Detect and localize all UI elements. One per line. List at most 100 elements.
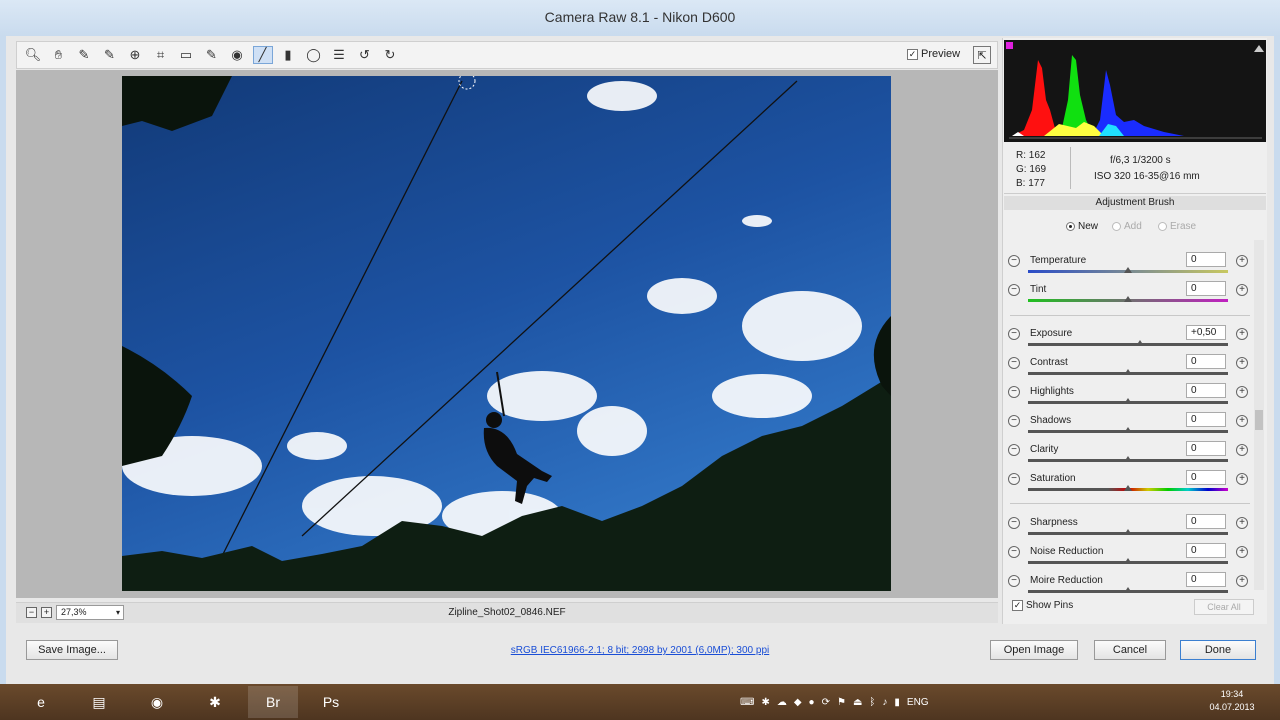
slider-thumb[interactable] bbox=[1124, 558, 1132, 564]
photo-preview[interactable] bbox=[122, 76, 891, 591]
workflow-options-link[interactable]: sRGB IEC61966-2.1; 8 bit; 2998 by 2001 (… bbox=[0, 645, 1280, 656]
ie-icon[interactable]: e bbox=[16, 686, 66, 718]
decrease-icon[interactable]: − bbox=[1008, 386, 1020, 398]
hand-icon[interactable]: ✋︎ bbox=[49, 46, 69, 64]
slider-exposure[interactable]: − Exposure +0,50 + bbox=[1008, 325, 1248, 353]
red-eye-icon[interactable]: ◉ bbox=[227, 46, 247, 64]
adjustment-brush-icon[interactable]: ╱ bbox=[252, 46, 273, 64]
increase-icon[interactable]: + bbox=[1236, 328, 1248, 340]
decrease-icon[interactable]: − bbox=[1008, 444, 1020, 456]
decrease-icon[interactable]: − bbox=[1008, 357, 1020, 369]
rotate-right-icon[interactable]: ↻ bbox=[380, 46, 400, 64]
photoshop-icon[interactable]: Ps bbox=[306, 686, 356, 718]
slider-tint[interactable]: − Tint 0 + bbox=[1008, 281, 1248, 309]
radial-filter-icon[interactable]: ◯ bbox=[304, 46, 324, 64]
language-indicator[interactable]: ENG bbox=[907, 697, 929, 708]
sync-icon[interactable]: ⟳ bbox=[822, 697, 830, 708]
slider-value-field[interactable]: 0 bbox=[1186, 572, 1226, 587]
fullscreen-icon[interactable]: ⇱ bbox=[973, 46, 991, 64]
slider-moire-reduction[interactable]: − Moire Reduction 0 + bbox=[1008, 572, 1248, 600]
increase-icon[interactable]: + bbox=[1236, 255, 1248, 267]
preview-checkbox[interactable]: ✓ bbox=[907, 48, 918, 60]
slider-value-field[interactable]: 0 bbox=[1186, 412, 1226, 427]
explorer-icon[interactable]: ▤ bbox=[74, 686, 124, 718]
scroll-thumb[interactable] bbox=[1255, 410, 1263, 430]
slider-saturation[interactable]: − Saturation 0 + bbox=[1008, 470, 1248, 498]
slider-value-field[interactable]: 0 bbox=[1186, 470, 1226, 485]
decrease-icon[interactable]: − bbox=[1008, 415, 1020, 427]
slider-value-field[interactable]: 0 bbox=[1186, 514, 1226, 529]
bridge-icon[interactable]: Br bbox=[248, 686, 298, 718]
slider-track[interactable] bbox=[1028, 343, 1228, 346]
power-icon[interactable]: ▮ bbox=[894, 697, 900, 708]
rotate-left-icon[interactable]: ↺ bbox=[355, 46, 375, 64]
mode-add-radio[interactable]: Add bbox=[1112, 221, 1142, 232]
increase-icon[interactable]: + bbox=[1236, 575, 1248, 587]
chrome-icon[interactable]: ◉ bbox=[132, 686, 182, 718]
decrease-icon[interactable]: − bbox=[1008, 546, 1020, 558]
slider-thumb[interactable] bbox=[1124, 529, 1132, 535]
increase-icon[interactable]: + bbox=[1236, 444, 1248, 456]
slider-temperature[interactable]: − Temperature 0 + bbox=[1008, 252, 1248, 280]
decrease-icon[interactable]: − bbox=[1008, 328, 1020, 340]
zoom-icon[interactable]: 🔍︎ bbox=[23, 46, 43, 64]
increase-icon[interactable]: + bbox=[1236, 357, 1248, 369]
network-icon[interactable]: ✱ bbox=[761, 697, 769, 708]
mode-new-radio[interactable]: New bbox=[1066, 221, 1098, 232]
preferences-icon[interactable]: ☰ bbox=[329, 46, 349, 64]
white-balance-icon[interactable]: ✎ bbox=[74, 46, 94, 64]
slider-value-field[interactable]: +0,50 bbox=[1186, 325, 1226, 340]
decrease-icon[interactable]: − bbox=[1008, 575, 1020, 587]
done-button[interactable]: Done bbox=[1180, 640, 1256, 660]
slider-noise-reduction[interactable]: − Noise Reduction 0 + bbox=[1008, 543, 1248, 571]
decrease-icon[interactable]: − bbox=[1008, 517, 1020, 529]
slider-value-field[interactable]: 0 bbox=[1186, 252, 1226, 267]
cancel-button[interactable]: Cancel bbox=[1094, 640, 1166, 660]
increase-icon[interactable]: + bbox=[1236, 386, 1248, 398]
slider-sharpness[interactable]: − Sharpness 0 + bbox=[1008, 514, 1248, 542]
slider-value-field[interactable]: 0 bbox=[1186, 354, 1226, 369]
crop-icon[interactable]: ⌗ bbox=[151, 46, 171, 64]
slider-thumb[interactable] bbox=[1124, 267, 1132, 273]
mode-erase-radio[interactable]: Erase bbox=[1158, 221, 1196, 232]
panel-scrollbar[interactable] bbox=[1254, 240, 1264, 590]
slider-thumb[interactable] bbox=[1136, 340, 1144, 346]
slider-value-field[interactable]: 0 bbox=[1186, 441, 1226, 456]
slider-thumb[interactable] bbox=[1124, 587, 1132, 593]
straighten-icon[interactable]: ▭ bbox=[176, 46, 196, 64]
decrease-icon[interactable]: − bbox=[1008, 473, 1020, 485]
radio-off[interactable] bbox=[1112, 222, 1121, 231]
radio-on[interactable] bbox=[1066, 222, 1075, 231]
slider-thumb[interactable] bbox=[1124, 296, 1132, 302]
usb-icon[interactable]: ⏏ bbox=[853, 697, 862, 708]
shield-icon[interactable]: ◆ bbox=[794, 697, 802, 708]
clock[interactable]: 19:34 04.07.2013 bbox=[1192, 688, 1272, 714]
radio-off[interactable] bbox=[1158, 222, 1167, 231]
spot-removal-icon[interactable]: ✎ bbox=[202, 46, 222, 64]
slider-thumb[interactable] bbox=[1124, 456, 1132, 462]
decrease-icon[interactable]: − bbox=[1008, 284, 1020, 296]
bluetooth-icon[interactable]: ᛒ bbox=[869, 697, 875, 708]
slider-thumb[interactable] bbox=[1124, 398, 1132, 404]
slider-shadows[interactable]: − Shadows 0 + bbox=[1008, 412, 1248, 440]
slider-thumb[interactable] bbox=[1124, 427, 1132, 433]
increase-icon[interactable]: + bbox=[1236, 546, 1248, 558]
increase-icon[interactable]: + bbox=[1236, 415, 1248, 427]
cloud-icon[interactable]: ☁ bbox=[777, 697, 787, 708]
slider-contrast[interactable]: − Contrast 0 + bbox=[1008, 354, 1248, 382]
graduated-filter-icon[interactable]: ▮ bbox=[278, 46, 298, 64]
slider-value-field[interactable]: 0 bbox=[1186, 383, 1226, 398]
preview-toggle[interactable]: ✓ Preview bbox=[907, 48, 960, 60]
slider-highlights[interactable]: − Highlights 0 + bbox=[1008, 383, 1248, 411]
color-sampler-icon[interactable]: ✎ bbox=[100, 46, 120, 64]
open-image-button[interactable]: Open Image bbox=[990, 640, 1078, 660]
slider-thumb[interactable] bbox=[1124, 485, 1132, 491]
increase-icon[interactable]: + bbox=[1236, 517, 1248, 529]
show-pins-checkbox[interactable]: ✓ bbox=[1012, 600, 1023, 611]
decrease-icon[interactable]: − bbox=[1008, 255, 1020, 267]
slider-value-field[interactable]: 0 bbox=[1186, 281, 1226, 296]
show-pins-toggle[interactable]: ✓ Show Pins bbox=[1012, 600, 1073, 611]
flag-icon[interactable]: ⚑ bbox=[837, 697, 846, 708]
slider-clarity[interactable]: − Clarity 0 + bbox=[1008, 441, 1248, 469]
increase-icon[interactable]: + bbox=[1236, 284, 1248, 296]
